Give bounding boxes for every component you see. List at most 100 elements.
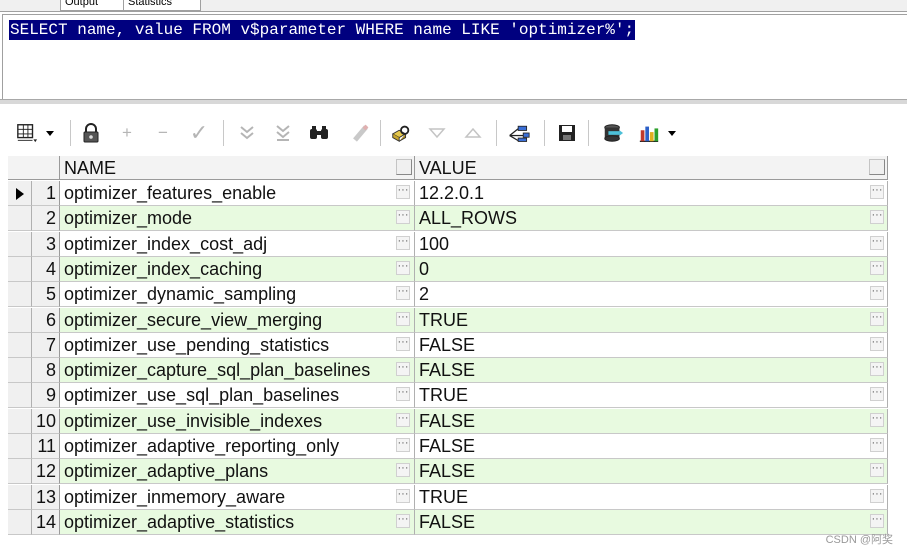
row-indicator[interactable] — [8, 459, 32, 485]
cell-name[interactable]: optimizer_adaptive_statistics — [60, 509, 415, 535]
cell-ellipsis-button[interactable]: ··· — [396, 210, 410, 225]
row-indicator[interactable] — [8, 484, 32, 510]
cell-ellipsis-button[interactable]: ··· — [870, 286, 884, 301]
sort-desc-icon[interactable] — [426, 122, 448, 144]
row-indicator[interactable] — [8, 332, 32, 358]
chevron-down-icon[interactable] — [42, 122, 58, 144]
table-row[interactable]: 10 optimizer_use_invisible_indexes FALSE ··… — [8, 408, 888, 434]
cell-name[interactable]: optimizer_use_pending_statistics — [60, 332, 415, 358]
cell-ellipsis-button[interactable]: ··· — [870, 513, 884, 528]
row-indicator[interactable] — [8, 231, 32, 257]
cell-value[interactable]: FALSE — [415, 434, 888, 459]
cell-ellipsis-button[interactable]: ··· — [870, 185, 884, 199]
column-menu-button[interactable] — [396, 159, 412, 175]
cell-ellipsis-button[interactable]: ··· — [396, 260, 410, 275]
cell-name[interactable]: optimizer_adaptive_reporting_only — [60, 434, 415, 459]
cell-ellipsis-button[interactable]: ··· — [870, 210, 884, 225]
cell-ellipsis-button[interactable]: ··· — [870, 488, 884, 503]
cell-ellipsis-button[interactable]: ··· — [396, 438, 410, 452]
cell-ellipsis-button[interactable]: ··· — [396, 311, 410, 326]
grid-corner-header[interactable] — [8, 156, 60, 180]
cell-ellipsis-button[interactable]: ··· — [870, 336, 884, 351]
row-indicator[interactable] — [8, 408, 32, 434]
cell-name[interactable]: optimizer_use_sql_plan_baselines — [60, 383, 415, 409]
cell-ellipsis-button[interactable]: ··· — [870, 362, 884, 377]
cell-value[interactable]: 0 — [415, 256, 888, 282]
table-row[interactable]: 12 optimizer_adaptive_plans FALSE ··· ··· — [8, 459, 888, 485]
cell-ellipsis-button[interactable]: ··· — [396, 336, 410, 351]
cell-ellipsis-button[interactable]: ··· — [870, 463, 884, 478]
cell-ellipsis-button[interactable]: ··· — [396, 235, 410, 250]
post-edit-icon[interactable]: ✓ — [188, 122, 210, 144]
tree-view-icon[interactable] — [508, 122, 530, 144]
table-row[interactable]: 4 optimizer_index_caching 0 ··· ··· — [8, 256, 888, 282]
tab-selected[interactable] — [0, 0, 48, 10]
cell-ellipsis-button[interactable]: ··· — [870, 412, 884, 427]
cell-ellipsis-button[interactable]: ··· — [396, 286, 410, 301]
cell-name[interactable]: optimizer_adaptive_plans — [60, 459, 415, 485]
table-row[interactable]: 7 optimizer_use_pending_statistics FALSE ··… — [8, 332, 888, 358]
table-row[interactable]: 1 optimizer_features_enable 12.2.0.1 ··· ··· — [8, 181, 888, 206]
row-indicator[interactable] — [8, 307, 32, 333]
lock-icon[interactable] — [80, 122, 102, 144]
table-row[interactable]: 9 optimizer_use_sql_plan_baselines TRUE ···… — [8, 383, 888, 409]
cell-ellipsis-button[interactable]: ··· — [396, 513, 410, 528]
cell-value[interactable]: TRUE — [415, 307, 888, 333]
cell-value[interactable]: 2 — [415, 282, 888, 308]
cell-ellipsis-button[interactable]: ··· — [396, 488, 410, 503]
cell-value[interactable]: FALSE — [415, 332, 888, 358]
cell-ellipsis-button[interactable]: ··· — [870, 311, 884, 326]
cell-ellipsis-button[interactable]: ··· — [396, 387, 410, 402]
row-indicator[interactable] — [8, 383, 32, 409]
cell-value[interactable]: ALL_ROWS — [415, 206, 888, 232]
filter-icon[interactable] — [236, 122, 258, 144]
cell-name[interactable]: optimizer_index_cost_adj — [60, 231, 415, 257]
column-menu-button[interactable] — [869, 159, 885, 175]
cell-value[interactable]: 12.2.0.1 — [415, 181, 888, 206]
table-row[interactable]: 8 optimizer_capture_sql_plan_baselines FAL… — [8, 358, 888, 384]
cell-name[interactable]: optimizer_mode — [60, 206, 415, 232]
chevron-down-icon[interactable] — [664, 122, 680, 144]
cell-value[interactable]: FALSE — [415, 408, 888, 434]
cell-name[interactable]: optimizer_use_invisible_indexes — [60, 408, 415, 434]
row-indicator[interactable] — [8, 358, 32, 384]
cell-ellipsis-button[interactable]: ··· — [870, 438, 884, 452]
cell-ellipsis-button[interactable]: ··· — [870, 260, 884, 275]
row-indicator[interactable] — [8, 206, 32, 232]
cell-value[interactable]: FALSE — [415, 459, 888, 485]
add-record-icon[interactable]: + — [116, 122, 138, 144]
cell-name[interactable]: optimizer_features_enable — [60, 181, 415, 206]
tab-output[interactable]: Output — [60, 0, 130, 11]
export-icon[interactable] — [602, 122, 624, 144]
find-icon[interactable] — [308, 122, 330, 144]
table-row[interactable]: 11 optimizer_adaptive_reporting_only FALSE… — [8, 434, 888, 459]
column-header-name[interactable]: NAME — [60, 156, 415, 180]
cell-ellipsis-button[interactable]: ··· — [396, 185, 410, 199]
tab-statistics[interactable]: Statistics — [123, 0, 201, 11]
table-row[interactable]: 13 optimizer_inmemory_aware TRUE ··· ··· — [8, 484, 888, 510]
cell-ellipsis-button[interactable]: ··· — [870, 235, 884, 250]
cell-name[interactable]: optimizer_inmemory_aware — [60, 484, 415, 510]
grid-options-icon[interactable] — [16, 122, 38, 144]
save-icon[interactable] — [556, 122, 578, 144]
cell-ellipsis-button[interactable]: ··· — [396, 463, 410, 478]
cell-value[interactable]: TRUE — [415, 383, 888, 409]
cell-ellipsis-button[interactable]: ··· — [396, 362, 410, 377]
table-row[interactable]: 5 optimizer_dynamic_sampling 2 ··· ··· — [8, 282, 888, 308]
cell-ellipsis-button[interactable]: ··· — [870, 387, 884, 402]
cell-name[interactable]: optimizer_secure_view_merging — [60, 307, 415, 333]
row-indicator[interactable] — [8, 181, 32, 206]
table-row[interactable]: 3 optimizer_index_cost_adj 100 ··· ··· — [8, 231, 888, 257]
cell-name[interactable]: optimizer_capture_sql_plan_baselines — [60, 358, 415, 384]
row-indicator[interactable] — [8, 282, 32, 308]
table-row[interactable]: 2 optimizer_mode ALL_ROWS ··· ··· — [8, 206, 888, 232]
clear-icon[interactable] — [350, 122, 372, 144]
chart-icon[interactable] — [638, 122, 660, 144]
delete-record-icon[interactable]: − — [152, 122, 174, 144]
sort-asc-icon[interactable] — [462, 122, 484, 144]
clear-filter-icon[interactable] — [272, 122, 294, 144]
sql-text-selected[interactable]: SELECT name, value FROM v$parameter WHER… — [9, 20, 636, 40]
cell-name[interactable]: optimizer_dynamic_sampling — [60, 282, 415, 308]
cell-name[interactable]: optimizer_index_caching — [60, 256, 415, 282]
row-indicator[interactable] — [8, 509, 32, 535]
